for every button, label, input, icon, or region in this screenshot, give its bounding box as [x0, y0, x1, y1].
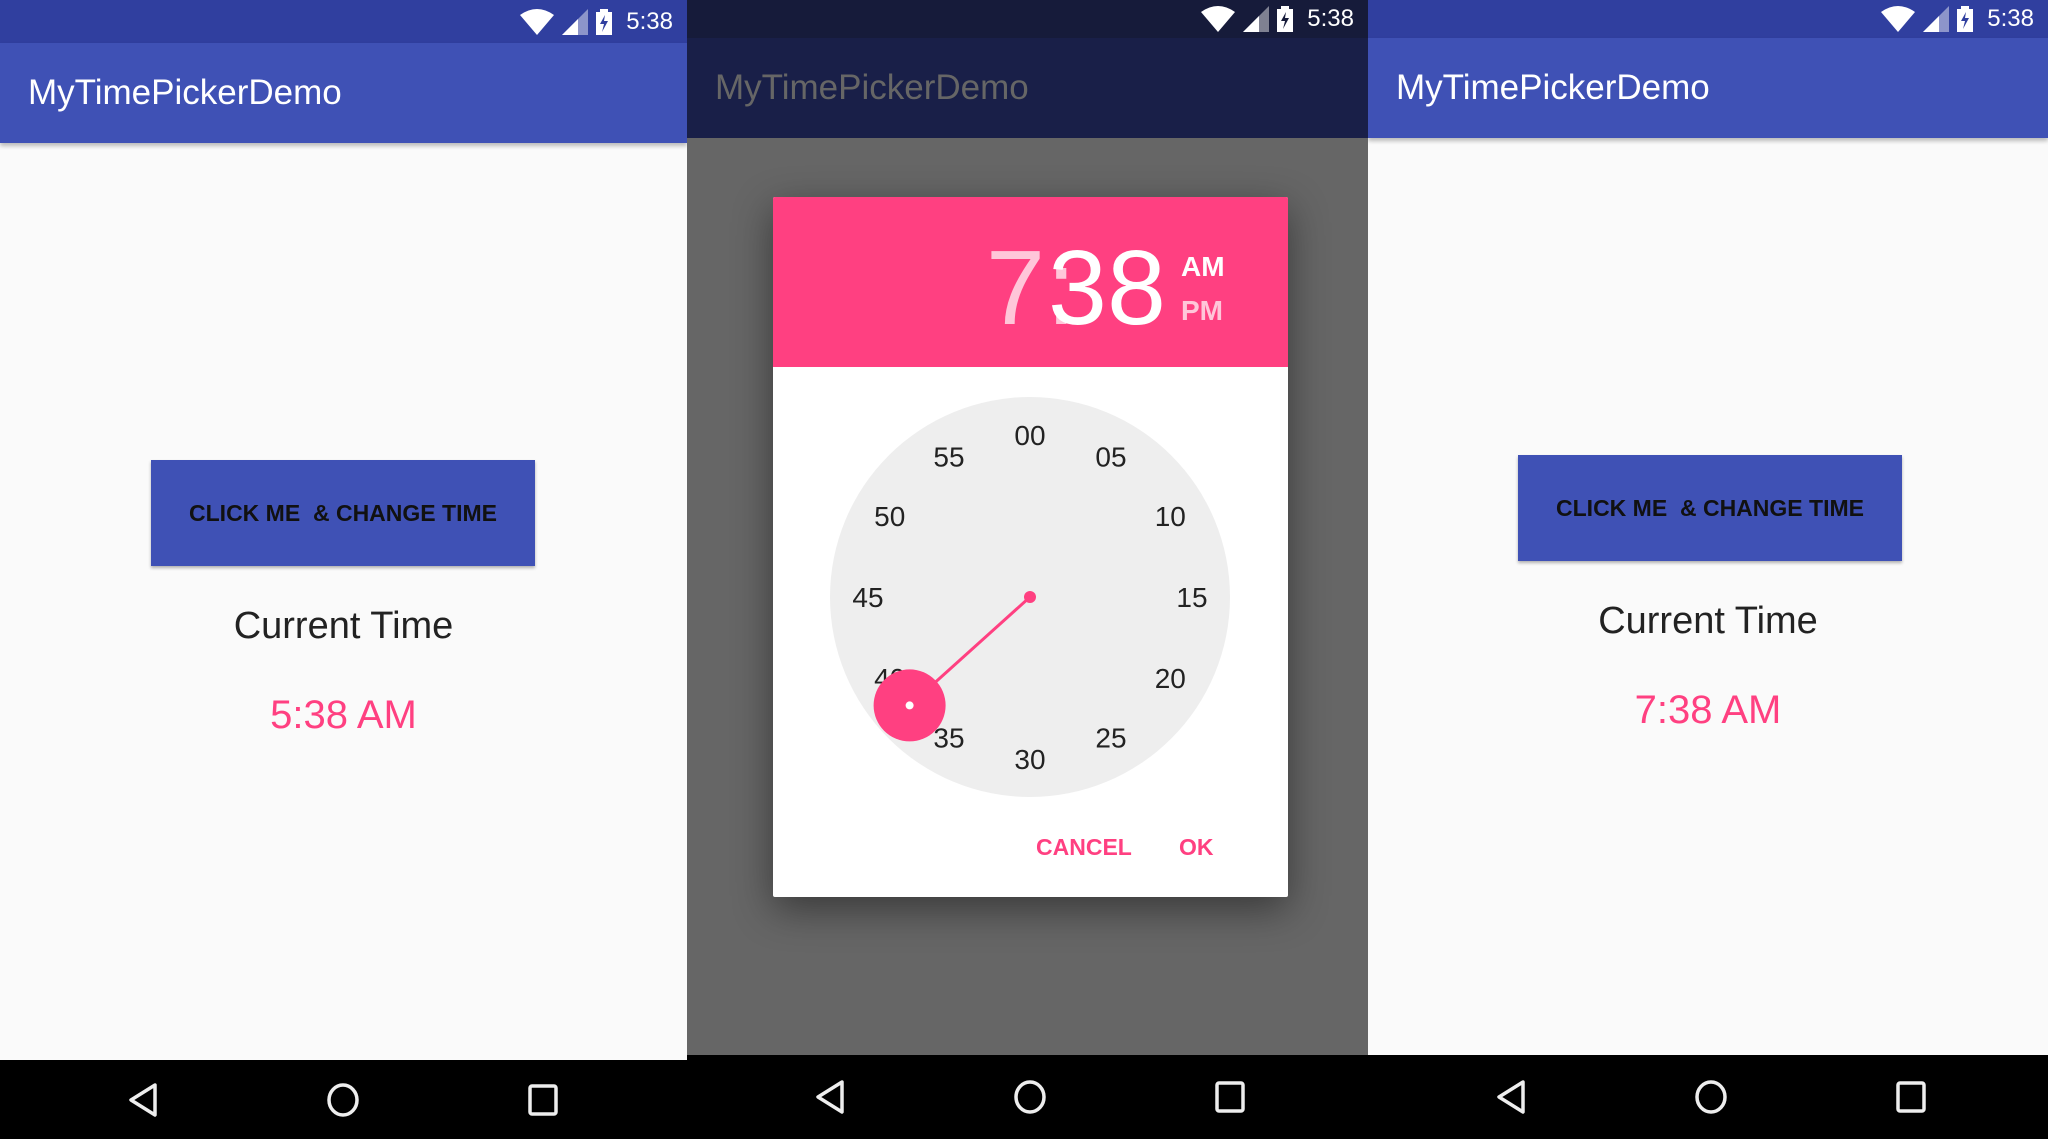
- wifi-icon: [520, 8, 555, 35]
- clock-label-55[interactable]: 55: [933, 442, 964, 473]
- status-bar: 5:38: [0, 0, 687, 43]
- battery-charging-icon: [1277, 6, 1294, 32]
- clock-label-00[interactable]: 00: [1014, 420, 1045, 451]
- app-bar: MyTimePickerDemo: [1368, 38, 2048, 138]
- status-time: 5:38: [1307, 5, 1354, 32]
- current-time-label: Current Time: [233, 605, 454, 647]
- app-bar: MyTimePickerDemo: [0, 43, 687, 143]
- clock-label-30[interactable]: 30: [1014, 744, 1045, 775]
- current-time-label: Current Time: [1598, 600, 1818, 642]
- app-title: MyTimePickerDemo: [715, 68, 1029, 107]
- main-content: CLICK ME & CHANGE TIME Current Time 7:38…: [1368, 138, 2048, 1055]
- hour-display[interactable]: 7: [986, 235, 1045, 341]
- wifi-icon: [1881, 6, 1916, 32]
- navigation-bar: [1368, 1055, 2048, 1139]
- status-bar: 5:38: [687, 0, 1368, 38]
- screen-initial: 5:38 MyTimePickerDemo CLICK ME & CHANGE …: [0, 0, 687, 1139]
- home-icon[interactable]: [1013, 1079, 1047, 1115]
- status-bar: 5:38: [1368, 0, 2048, 38]
- home-icon[interactable]: [326, 1082, 360, 1118]
- battery-charging-icon: [1957, 6, 1974, 32]
- recents-icon[interactable]: [1215, 1081, 1245, 1113]
- change-time-button[interactable]: CLICK ME & CHANGE TIME: [1518, 455, 1902, 561]
- navigation-bar: [0, 1060, 687, 1139]
- clock-label-50[interactable]: 50: [874, 501, 905, 532]
- pm-toggle[interactable]: PM: [1181, 295, 1223, 327]
- recents-icon[interactable]: [1896, 1081, 1926, 1113]
- screen-updated: 5:38 MyTimePickerDemo CLICK ME & CHANGE …: [1368, 0, 2048, 1139]
- app-title: MyTimePickerDemo: [28, 73, 342, 112]
- wifi-icon: [1201, 6, 1236, 32]
- clock-selector-dot: [905, 701, 914, 710]
- screen-time-picker: 5:38 MyTimePickerDemo 7 : 38 AM PM 00 05 1…: [687, 0, 1368, 1139]
- clock-label-45[interactable]: 45: [852, 582, 883, 613]
- recents-icon[interactable]: [528, 1083, 558, 1116]
- back-icon[interactable]: [1495, 1079, 1527, 1115]
- time-picker-dialog: 7 : 38 AM PM 000510152025303540455055 CA…: [773, 197, 1288, 897]
- clock-label-25[interactable]: 25: [1095, 722, 1126, 753]
- minute-display[interactable]: 38: [1048, 235, 1166, 341]
- signal-icon: [1243, 6, 1270, 32]
- navigation-bar: [687, 1055, 1368, 1139]
- app-title: MyTimePickerDemo: [1396, 68, 1710, 107]
- cancel-button[interactable]: CANCEL: [1036, 834, 1132, 861]
- current-time-value: 7:38 AM: [1634, 688, 1782, 732]
- battery-charging-icon: [596, 8, 613, 35]
- signal-icon: [562, 8, 589, 35]
- app-bar: MyTimePickerDemo: [687, 38, 1368, 138]
- clock-label-05[interactable]: 05: [1095, 442, 1126, 473]
- signal-icon: [1923, 6, 1950, 32]
- change-time-button[interactable]: CLICK ME & CHANGE TIME: [151, 460, 535, 566]
- clock-label-20[interactable]: 20: [1155, 663, 1186, 694]
- main-content: CLICK ME & CHANGE TIME Current Time 5:38…: [0, 143, 687, 1060]
- clock-center-dot: [1024, 591, 1036, 603]
- status-time: 5:38: [1987, 5, 2034, 32]
- clock-label-10[interactable]: 10: [1155, 501, 1186, 532]
- back-icon[interactable]: [814, 1079, 846, 1115]
- current-time-value: 5:38 AM: [270, 693, 417, 737]
- am-toggle[interactable]: AM: [1181, 251, 1225, 283]
- time-header: 7 : 38 AM PM: [773, 197, 1288, 367]
- ok-button[interactable]: OK: [1179, 834, 1214, 861]
- status-time: 5:38: [626, 7, 673, 35]
- minute-clock-face[interactable]: 000510152025303540455055: [773, 367, 1288, 827]
- back-icon[interactable]: [127, 1082, 159, 1118]
- home-icon[interactable]: [1694, 1079, 1728, 1115]
- clock-label-15[interactable]: 15: [1176, 582, 1207, 613]
